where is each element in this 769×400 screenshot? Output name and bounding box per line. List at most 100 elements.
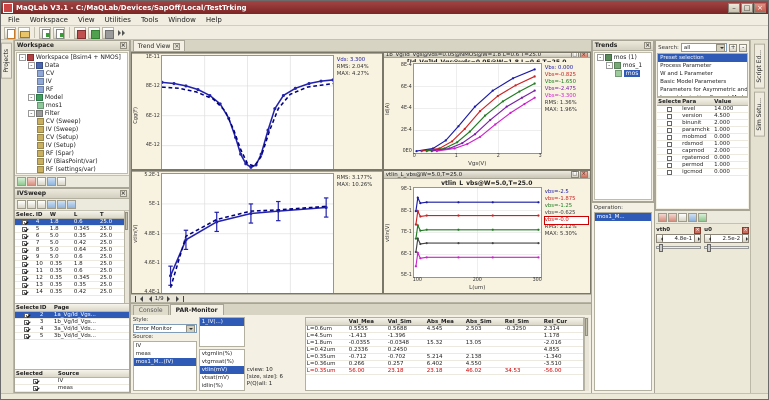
checkbox[interactable] [667, 135, 672, 140]
refresh-icon[interactable] [17, 177, 26, 186]
menu-item-tools[interactable]: Tools [136, 16, 163, 24]
table-row[interactable]: 140.350.4225.0 [15, 289, 124, 296]
checkbox[interactable] [667, 114, 672, 119]
checkbox[interactable] [22, 234, 27, 239]
menu-item-file[interactable]: File [3, 16, 25, 24]
checkbox[interactable] [33, 386, 38, 391]
tree-item[interactable]: -Filter [17, 109, 127, 117]
checkbox[interactable] [24, 327, 29, 332]
legend-entry[interactable]: MAX: 4.27% [337, 71, 380, 78]
settings-icon[interactable] [57, 177, 66, 186]
tree-item[interactable]: RF (settings/var) [17, 165, 127, 173]
header-cell[interactable]: Selected [657, 98, 681, 105]
source-item[interactable]: mos1_M...(IV) [134, 358, 196, 366]
prev-page-button[interactable] [146, 296, 152, 302]
checkbox[interactable] [33, 379, 38, 384]
export-icon[interactable] [47, 177, 56, 186]
reset-icon[interactable] [678, 213, 687, 222]
plot-canvas[interactable] [413, 187, 542, 278]
legend-entry[interactable]: vbs=-2.5 [545, 189, 588, 196]
copy-icon[interactable] [688, 213, 697, 222]
tree-item[interactable]: -mos (1) [595, 53, 651, 61]
menu-item-view[interactable]: View [73, 16, 100, 24]
table-row[interactable]: L=1.8um-0.0355-0.034815.3213.05-2.016 [306, 340, 583, 347]
tab-projects[interactable]: Projects [1, 43, 12, 79]
search-combobox[interactable]: all [681, 43, 727, 52]
checkbox[interactable] [667, 170, 672, 175]
table-row[interactable]: 120.350.34525.0 [15, 275, 124, 282]
table-row[interactable]: igcmod0.000 [657, 169, 748, 176]
page-item[interactable]: 1_IV(...) [200, 318, 244, 326]
plot-canvas[interactable] [161, 173, 334, 294]
connect-instrument-icon[interactable] [74, 27, 86, 39]
close-icon[interactable] [644, 42, 651, 49]
header-cell[interactable]: Selected [15, 370, 57, 377]
tuner-slider[interactable] [656, 246, 701, 249]
table-row[interactable]: capmod2.000 [657, 148, 748, 155]
header-cell[interactable] [306, 318, 348, 325]
table-row[interactable]: 21a_Vg/Id_Vgs... [15, 312, 129, 319]
tab-trend-view[interactable]: Trend View [133, 40, 186, 51]
table-row[interactable]: 51.80.34525.0 [15, 226, 124, 233]
tree-item[interactable]: IV (Sweep) [17, 125, 127, 133]
table-row[interactable]: 75.00.4225.0 [15, 240, 124, 247]
plot-canvas[interactable] [161, 55, 334, 170]
restore-icon[interactable]: □ [571, 171, 579, 178]
table-row[interactable]: L=4.5um-1.413-1.3961.178 [306, 333, 583, 340]
checkbox[interactable] [24, 313, 29, 318]
header-cell[interactable]: Value [713, 98, 743, 105]
parameter-group-item[interactable]: Parameters for Asymmetric and Bias-Depen… [658, 86, 747, 94]
grid-view-icon[interactable] [57, 200, 66, 209]
table-row[interactable]: L=0.36um0.2660.2576.4024.550-3.510 [306, 361, 583, 368]
table-row[interactable]: mobmod0.000 [657, 134, 748, 141]
table-row[interactable]: L=0.35um-0.712-0.7025.2142.138-1.340 [306, 354, 583, 361]
parameter-group-item[interactable]: Preset selection [658, 54, 747, 62]
minimize-button[interactable]: – [728, 3, 740, 13]
header-cell[interactable]: Abs_Mea [426, 318, 465, 325]
table-row[interactable]: level14.000 [657, 106, 748, 113]
legend-entry[interactable]: RMS: 3.177% [337, 175, 380, 182]
table-row[interactable]: binunit2.000 [657, 120, 748, 127]
legend-entry[interactable]: RMS: 2.12% [545, 224, 588, 231]
table-row[interactable]: 41.80.625.0 [15, 219, 124, 226]
tree-item[interactable]: IV (Setup) [17, 141, 127, 149]
tree-item[interactable]: RF [17, 85, 127, 93]
header-cell[interactable]: Source [57, 370, 125, 377]
tree-item[interactable]: CV [17, 69, 127, 77]
tree-item[interactable]: -Model [17, 93, 127, 101]
metric-item[interactable]: vtlin(mV) [200, 366, 244, 374]
import-model-icon[interactable] [53, 27, 65, 39]
header-cell[interactable]: Rel_Sim [504, 318, 543, 325]
disconnect-icon[interactable] [102, 27, 114, 39]
increment-icon[interactable] [742, 234, 749, 243]
table-row[interactable]: 110.350.625.0 [15, 268, 124, 275]
table-row[interactable]: paramchk1.000 [657, 127, 748, 134]
tab-script-ed-[interactable]: Script Ed... [754, 44, 765, 89]
legend-entry[interactable]: vbs=-1.25 [545, 203, 588, 210]
tab-console[interactable]: Console [133, 305, 169, 315]
tree-item[interactable]: CV (Setup) [17, 133, 127, 141]
legend-entry[interactable]: Vbs=-1.650 [545, 79, 588, 86]
legend-entry[interactable]: RMS: 1.36% [545, 100, 588, 107]
menu-item-help[interactable]: Help [201, 16, 227, 24]
metric-item[interactable]: idsat(%) [200, 390, 244, 391]
vertical-scrollbar[interactable] [584, 317, 589, 391]
header-cell[interactable]: Val_Sim [387, 318, 426, 325]
legend-entry[interactable]: vbs=-1.875 [545, 196, 588, 203]
checkbox[interactable] [667, 156, 672, 161]
table-row[interactable]: version4.500 [657, 113, 748, 120]
table-row[interactable]: 85.00.6425.0 [15, 247, 124, 254]
table-row[interactable]: 53b_Vd/Id_Vds... [15, 333, 129, 340]
header-cell[interactable]: L [73, 211, 99, 218]
legend-entry[interactable]: vbs=-0.625 [545, 210, 588, 217]
legend-entry[interactable]: MAX: 1.96% [545, 107, 588, 114]
first-page-button[interactable] [135, 296, 143, 302]
vertical-scrollbar[interactable] [124, 211, 129, 303]
lock-icon[interactable] [658, 213, 667, 222]
next-page-button[interactable] [167, 296, 173, 302]
header-cell[interactable]: Val_Mea [348, 318, 387, 325]
table-row[interactable]: rdsmod1.000 [657, 141, 748, 148]
connect-simulator-icon[interactable] [88, 27, 100, 39]
header-cell[interactable]: Selected [15, 304, 39, 311]
apply-icon[interactable] [698, 213, 707, 222]
